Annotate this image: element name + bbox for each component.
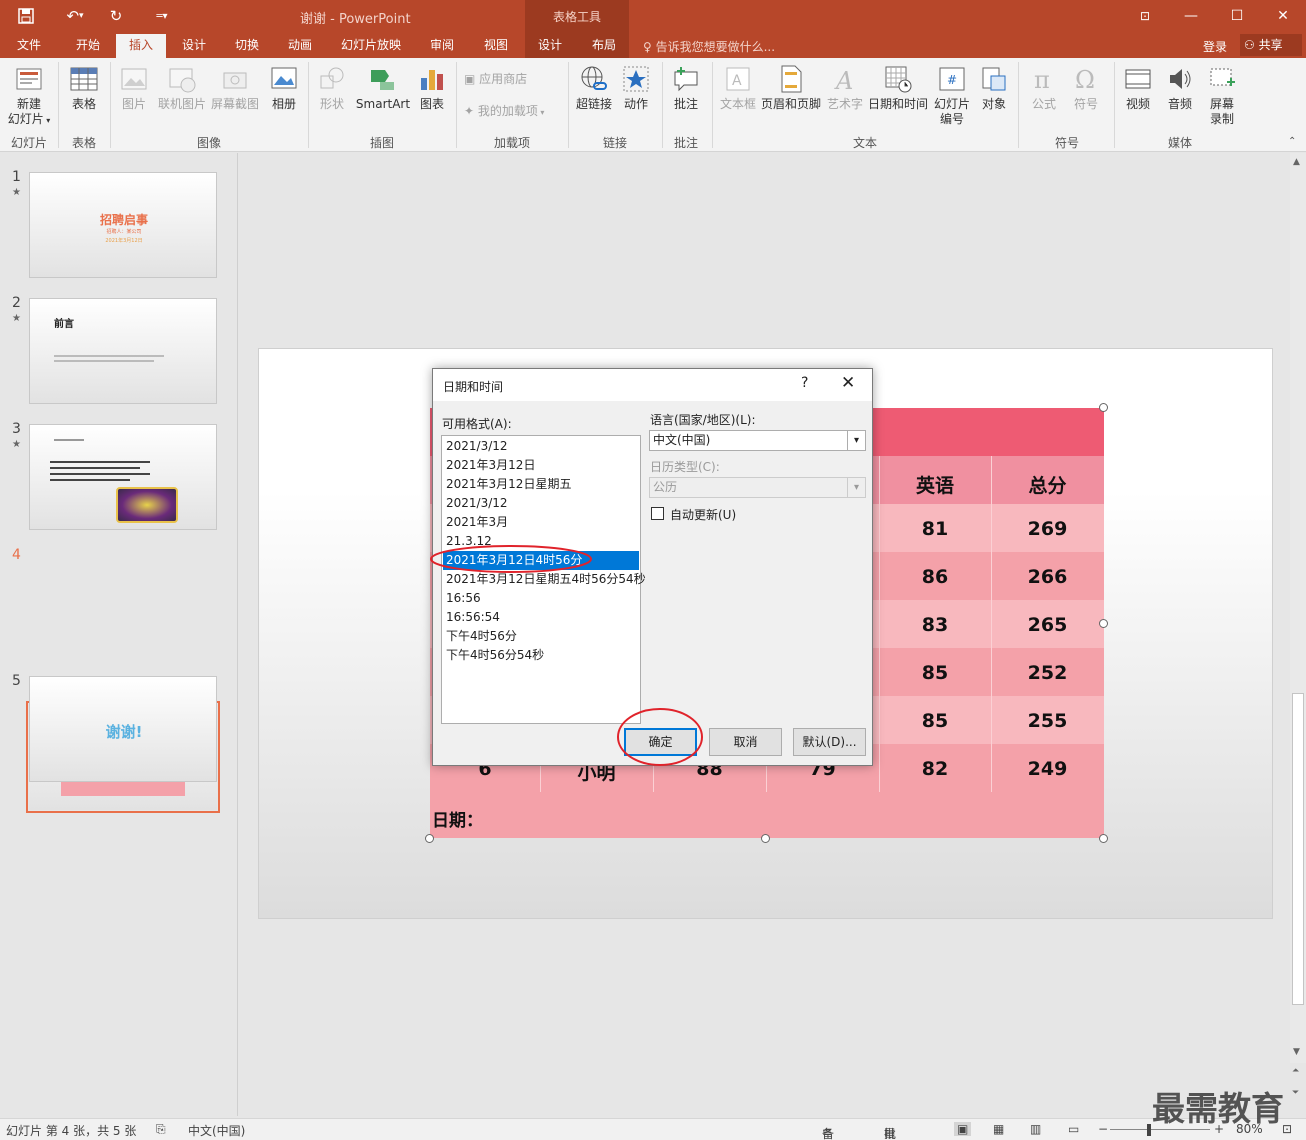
highlight-ellipse-format bbox=[430, 545, 592, 573]
slideshow-icon[interactable]: ▭ bbox=[1068, 1122, 1079, 1136]
language-indicator[interactable]: 中文(中国) bbox=[188, 1122, 245, 1139]
highlight-ellipse-ok bbox=[617, 708, 703, 766]
zoom-out-icon[interactable]: − bbox=[1098, 1122, 1108, 1136]
status-bar: 幻灯片 第 4 张，共 5 张 ⎘ 中文(中国) ≡ 备注 ▤ 批注 ▣ ▦ ▥… bbox=[0, 1118, 1306, 1140]
slide-counter: 幻灯片 第 4 张，共 5 张 bbox=[6, 1124, 137, 1138]
reading-view-icon[interactable]: ▥ bbox=[1030, 1122, 1041, 1136]
normal-view-icon[interactable]: ▣ bbox=[954, 1122, 972, 1136]
annotation-overlay bbox=[430, 545, 703, 766]
zoom-slider-thumb[interactable] bbox=[1147, 1124, 1151, 1136]
slide-sorter-icon[interactable]: ▦ bbox=[993, 1122, 1004, 1136]
spellcheck-icon[interactable]: ⎘ bbox=[156, 1122, 166, 1137]
watermark-text: 最需教育 bbox=[1152, 1089, 1284, 1128]
